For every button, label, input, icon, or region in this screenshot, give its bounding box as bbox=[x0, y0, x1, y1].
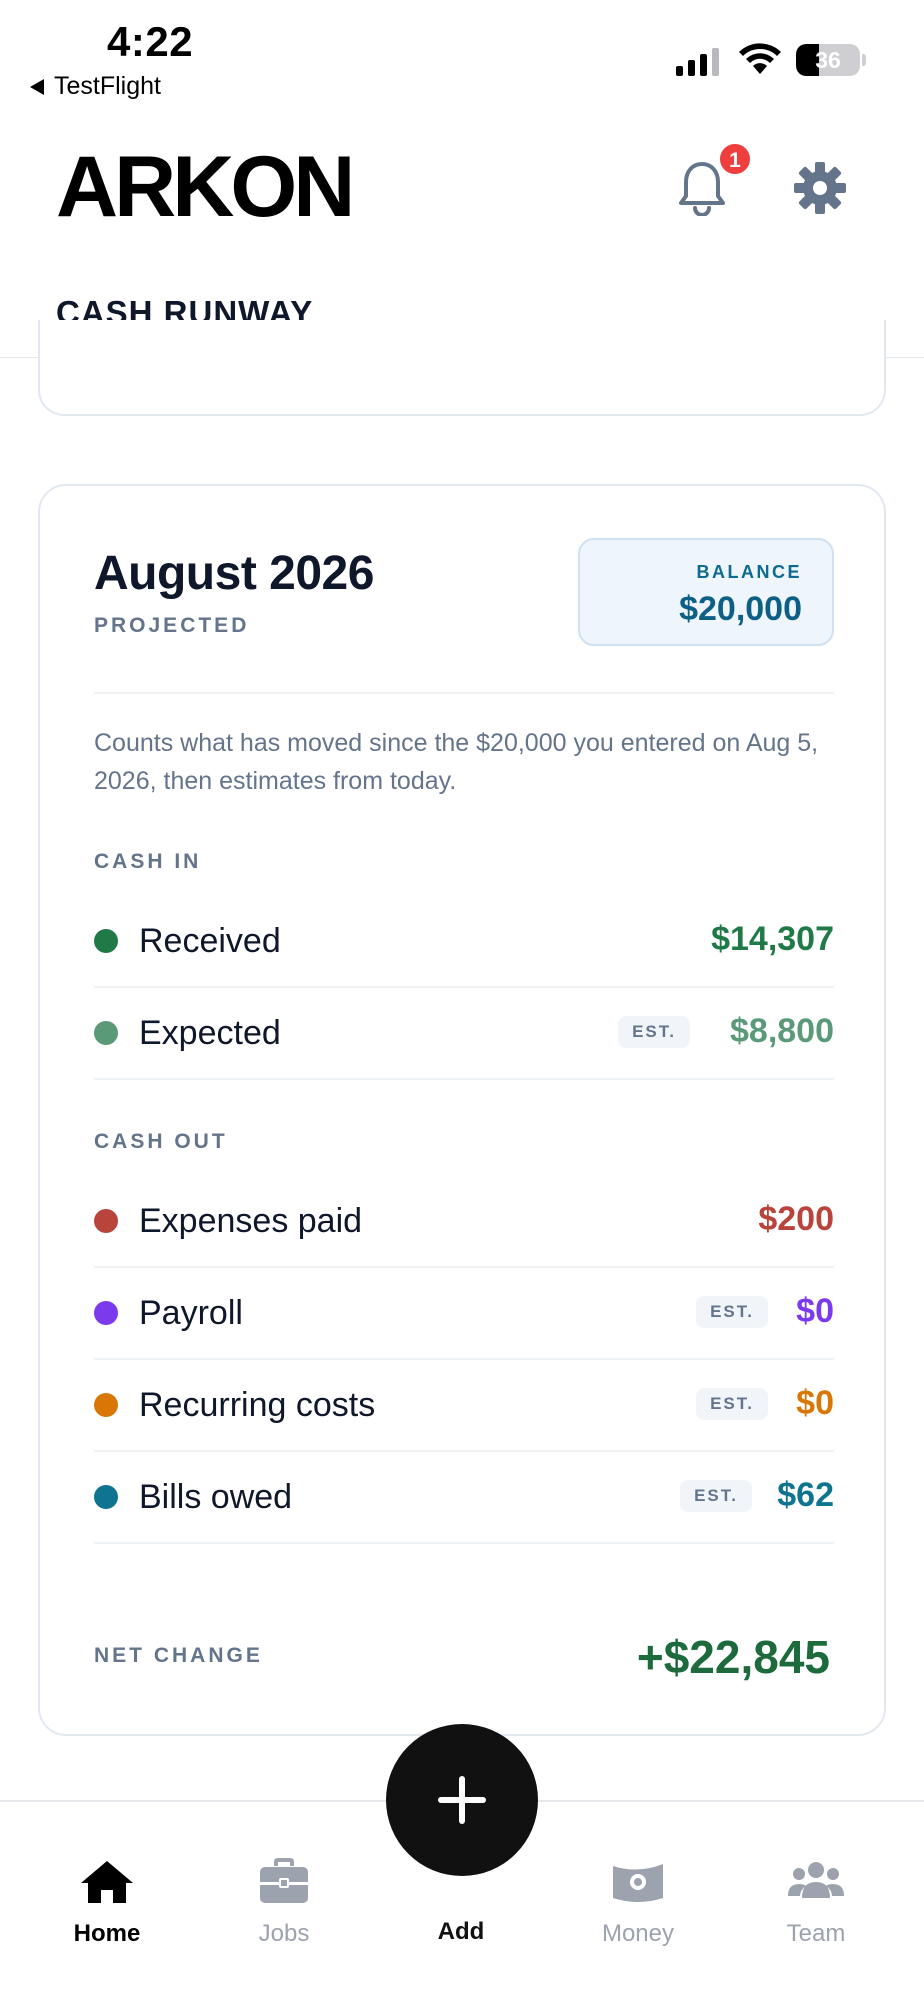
row-value: $0 bbox=[796, 1292, 834, 1330]
net-change-value: +$22,845 bbox=[636, 1631, 830, 1683]
add-label[interactable]: Add bbox=[391, 1918, 531, 1946]
status-bar: 4:22 TestFlight 36 bbox=[0, 0, 924, 110]
cash-row-expected[interactable]: Expected EST. $8,800 bbox=[94, 988, 834, 1080]
nav-label: Money bbox=[601, 1920, 675, 1947]
divider bbox=[94, 692, 834, 694]
battery-tip bbox=[862, 54, 866, 66]
calculation-note: Counts what has moved since the $20,000 … bbox=[94, 729, 819, 795]
status-time: 4:22 bbox=[107, 18, 194, 65]
cash-in-label: CASH IN bbox=[94, 850, 202, 873]
balance-value: $20,000 bbox=[679, 590, 802, 628]
nav-label: Team bbox=[786, 1920, 846, 1947]
row-value: $14,307 bbox=[711, 920, 834, 958]
app-logo: ARKON bbox=[56, 139, 355, 235]
cash-row-expenses-paid[interactable]: Expenses paid $200 bbox=[94, 1176, 834, 1268]
add-button[interactable] bbox=[386, 1724, 538, 1876]
back-arrow-icon bbox=[30, 78, 44, 95]
notification-count-badge: 1 bbox=[718, 142, 752, 176]
cash-row-received[interactable]: Received $14,307 bbox=[94, 896, 834, 988]
balance-box: BALANCE $20,000 bbox=[578, 538, 834, 646]
briefcase-icon bbox=[260, 1858, 308, 1903]
estimate-badge: EST. bbox=[696, 1296, 768, 1328]
estimate-badge: EST. bbox=[696, 1388, 768, 1420]
received-dot bbox=[94, 929, 118, 953]
battery-icon: 36 bbox=[796, 44, 860, 76]
row-label: Expenses paid bbox=[139, 1202, 363, 1240]
expected-dot bbox=[94, 1021, 118, 1045]
home-icon bbox=[81, 1861, 133, 1903]
expenses-paid-dot bbox=[94, 1209, 118, 1233]
cellular-signal-icon bbox=[676, 46, 719, 76]
row-label: Recurring costs bbox=[139, 1386, 376, 1424]
row-value: $8,800 bbox=[730, 1012, 834, 1050]
team-icon bbox=[788, 1862, 844, 1898]
nav-jobs[interactable]: Jobs bbox=[214, 1858, 354, 1948]
bills-owed-dot bbox=[94, 1485, 118, 1509]
nav-label: Home bbox=[73, 1920, 141, 1947]
balance-label: BALANCE bbox=[696, 562, 802, 582]
row-value: $200 bbox=[758, 1200, 834, 1238]
cash-out-label: CASH OUT bbox=[94, 1130, 228, 1153]
nav-label: Jobs bbox=[258, 1920, 310, 1947]
payroll-dot bbox=[94, 1301, 118, 1325]
money-icon bbox=[613, 1864, 663, 1902]
row-label: Received bbox=[139, 922, 281, 960]
row-label: Bills owed bbox=[139, 1478, 293, 1516]
recurring-costs-dot bbox=[94, 1393, 118, 1417]
row-value: $0 bbox=[796, 1384, 834, 1422]
battery-percent: 36 bbox=[815, 47, 841, 73]
cash-row-payroll[interactable]: Payroll EST. $0 bbox=[94, 1268, 834, 1360]
estimate-badge: EST. bbox=[680, 1480, 752, 1512]
cash-runway-card: August 2026 PROJECTED BALANCE $20,000 Co… bbox=[38, 484, 886, 1736]
cash-row-recurring-costs[interactable]: Recurring costs EST. $0 bbox=[94, 1360, 834, 1452]
cash-row-bills-owed[interactable]: Bills owed EST. $62 bbox=[94, 1452, 834, 1544]
projection-status: PROJECTED bbox=[94, 614, 250, 637]
net-change-label: NET CHANGE bbox=[94, 1644, 263, 1667]
row-label: Payroll bbox=[139, 1294, 243, 1332]
nav-team[interactable]: Team bbox=[746, 1858, 886, 1948]
estimate-badge: EST. bbox=[618, 1016, 690, 1048]
previous-card bbox=[38, 320, 886, 416]
back-app-label: TestFlight bbox=[54, 72, 161, 100]
row-label: Expected bbox=[139, 1014, 281, 1052]
month-title: August 2026 bbox=[94, 547, 374, 600]
wifi-icon bbox=[739, 43, 781, 74]
nav-money[interactable]: Money bbox=[568, 1858, 708, 1948]
nav-home[interactable]: Home bbox=[37, 1858, 177, 1948]
plus-icon-vertical bbox=[459, 1776, 465, 1824]
row-value: $62 bbox=[777, 1476, 834, 1514]
settings-gear-icon[interactable] bbox=[792, 160, 848, 216]
back-to-app-link[interactable]: TestFlight bbox=[30, 72, 161, 101]
